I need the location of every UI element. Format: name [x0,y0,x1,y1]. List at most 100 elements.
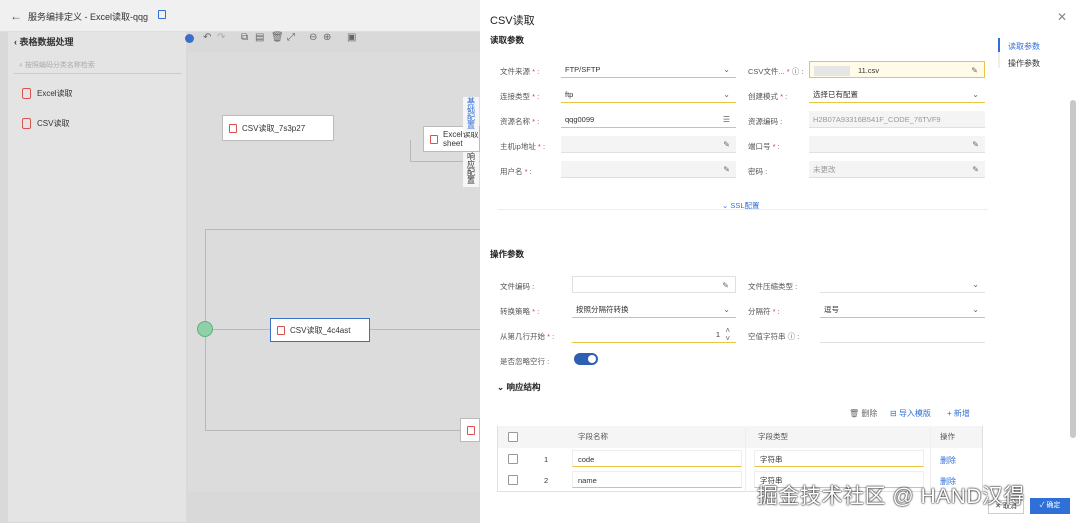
anchor-active-bar [998,38,1000,52]
resource-name-input[interactable]: qqg0099 ☰ [561,111,736,128]
zoom-in-icon[interactable]: ⊕ [323,32,331,43]
add-circle-icon[interactable] [185,34,194,43]
compress-label: 文件压缩类型 : [748,282,798,291]
chevron-down-icon: ⌄ [723,90,730,99]
host-label: 主机ip地址 * : [500,142,546,151]
csv-file-label: CSV文件... * ⓘ : [748,67,804,76]
create-mode-label: 创建模式 * : [748,92,788,101]
connector [213,329,270,330]
drawer-scrollbar[interactable] [1070,100,1076,438]
copy-icon[interactable] [158,10,166,19]
drawer-title: CSV读取 [490,15,535,27]
port-field: ✎ [809,136,985,153]
csv-icon [229,123,237,133]
chevron-down-icon: ⌄ [972,305,979,314]
add-row-button[interactable]: + 新增 [947,408,970,419]
col-header-field-name: 字段名称 [578,432,608,441]
anchor-read-params[interactable]: 读取参数 [1008,41,1040,52]
zoom-out-icon[interactable]: ⊖ [309,32,317,43]
edit-icon: ✎ [972,140,979,149]
delimiter-select[interactable]: 逗号 ⌄ [820,301,985,318]
list-icon[interactable]: ☰ [723,111,730,128]
import-icon: ⊟ [890,409,899,418]
palette-title[interactable]: ‹ 表格数据处理 [14,35,74,48]
plus-icon: + [947,409,954,418]
flow-node-csv-2-selected[interactable]: CSV读取_4c4ast [270,318,370,342]
start-row-label: 从第几行开始 * : [500,332,555,341]
select-all-checkbox[interactable] [508,432,518,442]
field-name-input[interactable]: name [572,471,742,488]
port-label: 端口号 * : [748,142,780,151]
toggle-knob [588,355,596,363]
section-op-params: 操作参数 [490,249,525,259]
resource-code-field: H2B07A93316B541F_CODE_76TVF9 [809,111,985,128]
flow-node-partial[interactable] [460,418,480,442]
encoding-input[interactable]: ✎ [572,276,736,293]
skip-blank-toggle[interactable] [574,353,598,365]
col-header-field-type: 字段类型 [758,432,788,441]
ssl-toggle-link[interactable]: ⌄ SSL配置 [722,200,760,211]
connector [370,329,480,330]
create-mode-select[interactable]: 选择已有配置 ⌄ [809,86,985,103]
response-structure-title[interactable]: ⌄ 响应结构 [497,381,541,393]
page-title: 服务编排定义 - Excel读取-qqg [28,12,149,22]
conn-type-select[interactable]: ftp ⌄ [561,86,736,103]
section-read-params: 读取参数 [490,35,525,45]
close-icon[interactable]: ✕ [1057,10,1067,24]
fit-icon[interactable]: ⤢ [287,32,295,43]
csv-icon [22,118,31,129]
palette-item-label: CSV读取 [37,119,70,128]
field-name-input[interactable]: code [572,450,742,467]
connector [205,229,480,230]
start-row-stepper[interactable]: 1 ˄ ˅ [572,326,736,343]
top-bar: ← 服务编排定义 - Excel读取-qqg [0,0,480,32]
password-label: 密码 : [748,167,768,176]
field-type-select[interactable]: 字符串 [754,450,924,467]
file-source-select[interactable]: FTP/SFTP ⌄ [561,61,736,78]
edit-icon[interactable]: ✎ [722,277,729,294]
start-node[interactable] [197,321,213,337]
palette-item-csv[interactable]: CSV读取 [22,118,69,129]
row-checkbox[interactable] [508,475,518,485]
password-field: 未更改 ✎ [809,161,985,178]
csv-file-input[interactable]: 11.csv ✎ [809,61,985,78]
palette-search-input[interactable]: ⌕ 按照编码分类名称检索 [14,58,182,74]
table-header [498,426,982,448]
flow-node-csv-1[interactable]: CSV读取_7s3p27 [222,115,334,141]
anchor-op-params[interactable]: 操作参数 [1008,58,1040,69]
chevron-down-icon: ⌄ [723,65,730,74]
layout-icon[interactable]: ▣ [347,32,356,43]
edit-icon: ✎ [723,165,730,174]
side-tab-response[interactable]: 响应配置 [463,152,479,187]
undo-icon[interactable]: ↶ [203,32,211,43]
stepper-arrows-icon[interactable]: ˄ ˅ [725,327,730,343]
row-index: 2 [544,476,549,485]
copy-node-icon[interactable]: ⧉ [241,32,248,43]
row-index: 1 [544,455,549,464]
row-checkbox[interactable] [508,454,518,464]
file-source-label: 文件来源 * : [500,67,540,76]
paste-icon[interactable]: ▤ [255,32,264,43]
compress-select[interactable]: ⌄ [820,276,985,293]
side-tab-basic[interactable]: 基础配置 [463,97,479,132]
watermark: 掘金技术社区 @ HAND汉得 [757,485,1025,508]
delimiter-label: 分隔符 * : [748,307,780,316]
back-arrow-icon[interactable]: ← [10,9,22,23]
strategy-select[interactable]: 按照分隔符转换 ⌄ [572,301,736,318]
row-delete-link[interactable]: 删除 [940,455,956,466]
null-string-input[interactable] [820,326,985,343]
edit-icon: ✎ [972,165,979,174]
delete-icon[interactable]: 🗑 [271,32,284,43]
delete-rows-button[interactable]: 🗑 删除 [849,408,877,419]
chevron-down-icon: ⌄ [972,90,979,99]
encoding-label: 文件编码 : [500,282,535,291]
import-template-button[interactable]: ⊟ 导入模版 [890,408,931,419]
palette-item-excel[interactable]: Excel读取 [22,88,73,99]
edit-icon[interactable]: ✎ [971,62,978,79]
ok-button[interactable]: ✓ 确定 [1030,498,1070,514]
skip-blank-label: 是否忽略空行 : [500,357,550,366]
column-divider [745,428,746,492]
redo-icon[interactable]: ↷ [217,32,225,43]
component-palette [8,32,186,522]
connector [205,430,460,431]
